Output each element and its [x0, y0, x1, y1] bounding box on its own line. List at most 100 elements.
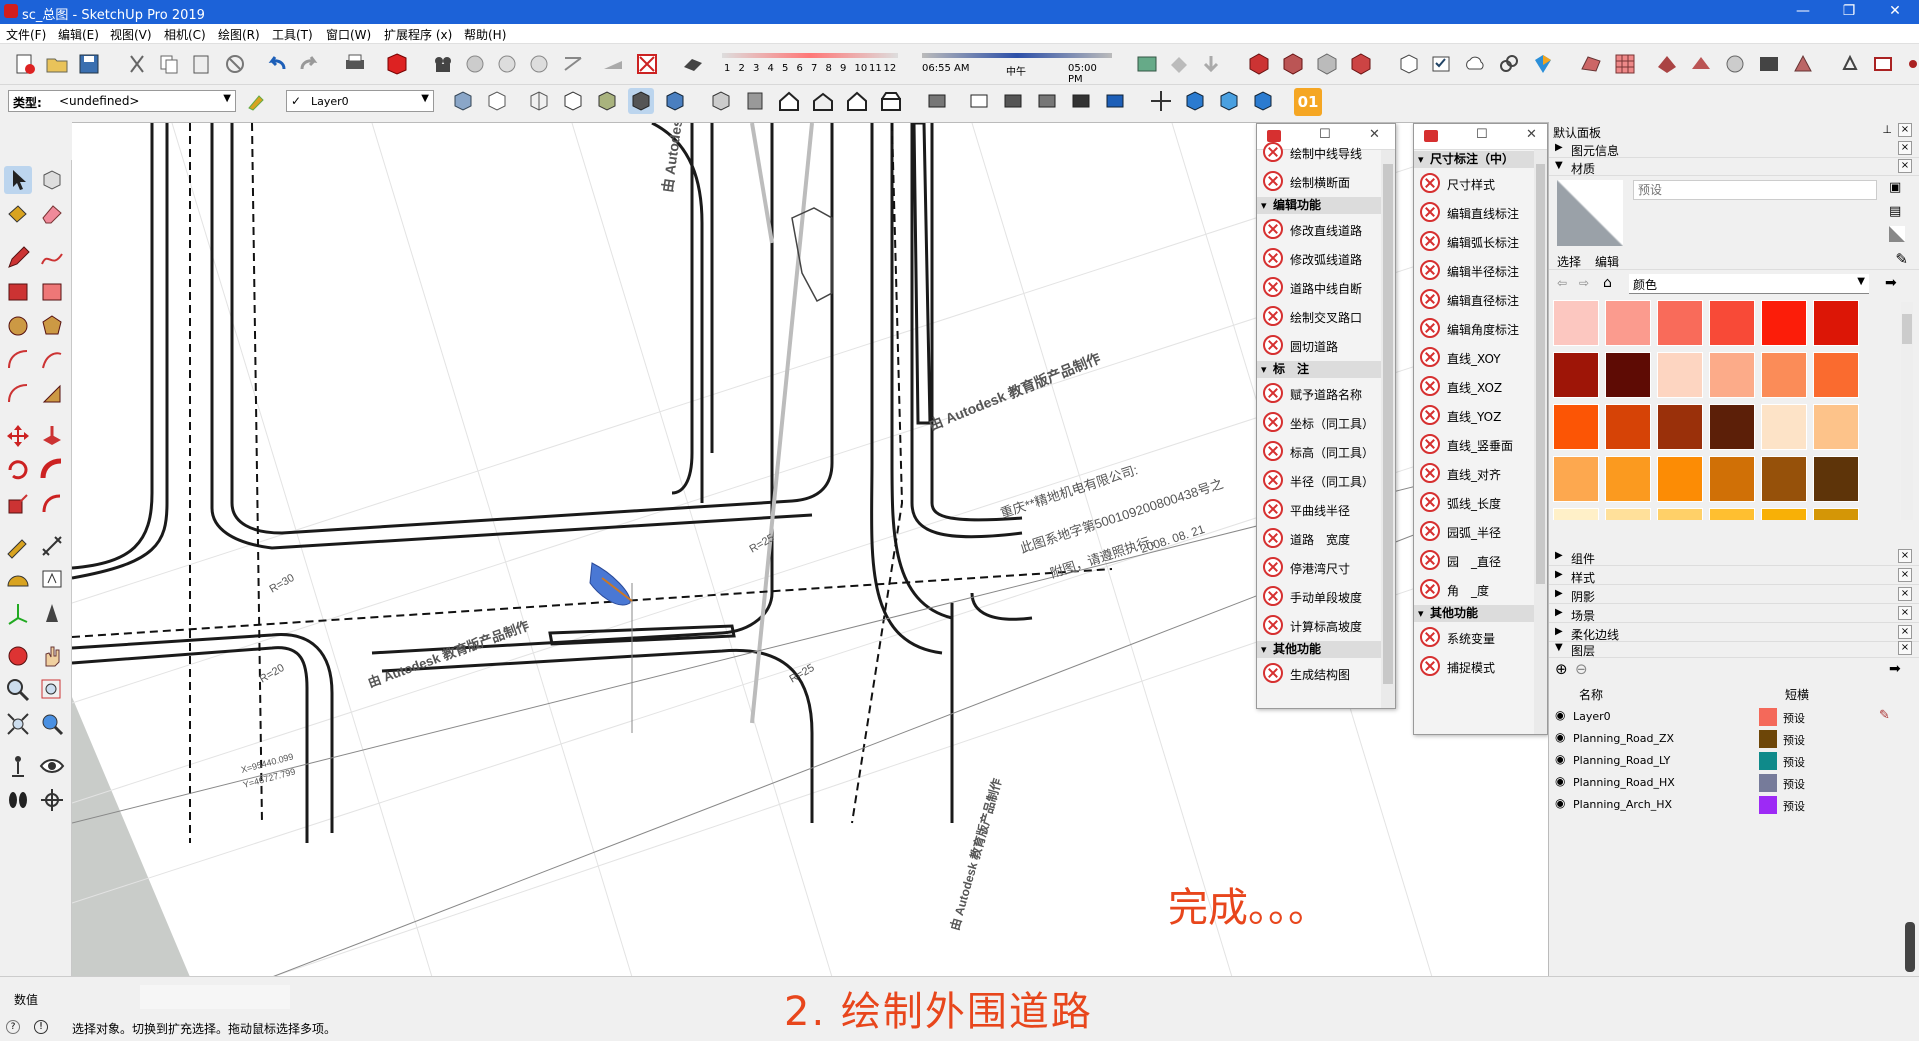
color-swatch[interactable] — [1761, 404, 1807, 450]
materials-header[interactable]: ▼ 材质 × — [1549, 158, 1919, 176]
walk-icon[interactable] — [4, 786, 32, 814]
color-swatch[interactable] — [1605, 508, 1651, 520]
menu-tools[interactable]: 工具(T) — [272, 26, 313, 43]
view-iso-icon[interactable] — [462, 51, 488, 77]
panel-section-header[interactable]: 编辑功能 — [1257, 197, 1381, 214]
position-camera-icon[interactable] — [4, 752, 32, 780]
eye-icon[interactable]: ◉ — [1555, 708, 1565, 722]
plugin-command-item[interactable]: 手动单段坡度 — [1257, 582, 1381, 611]
print-icon[interactable] — [342, 51, 368, 77]
circle-icon[interactable] — [4, 312, 32, 340]
home-icon[interactable]: ⌂ — [1603, 275, 1612, 291]
tape-measure-icon[interactable] — [4, 532, 32, 560]
right-view-icon[interactable] — [810, 88, 836, 114]
menu-draw[interactable]: 绘图(R) — [218, 26, 260, 43]
color-swatch[interactable] — [1709, 508, 1755, 520]
plugin-command-item[interactable]: 角 _度 — [1414, 575, 1534, 604]
eye-icon[interactable]: ◉ — [1555, 752, 1565, 766]
panel-scrollbar[interactable] — [1381, 150, 1395, 708]
cloud-upload-icon[interactable] — [1462, 51, 1488, 77]
layer-details-icon[interactable]: ➡ — [1889, 661, 1901, 677]
layer-tool-3-icon[interactable] — [1034, 88, 1060, 114]
material-create-icon[interactable]: ▣ — [1889, 180, 1901, 195]
eye-icon[interactable]: ◉ — [1555, 774, 1565, 788]
plugin-command-item[interactable]: 编辑弧长标注 — [1414, 227, 1534, 256]
panel-scrollbar[interactable] — [1534, 150, 1547, 734]
new-file-icon[interactable] — [12, 51, 38, 77]
layer-tool-1-icon[interactable] — [966, 88, 992, 114]
camera-orbit-icon[interactable] — [430, 51, 456, 77]
tray-scrollbar[interactable] — [1905, 922, 1915, 972]
geo-location-icon[interactable]: ? — [6, 1020, 20, 1034]
forward-arrow-icon[interactable]: ⇨ — [1579, 276, 1589, 290]
menu-camera[interactable]: 相机(C) — [164, 26, 206, 43]
checklist-icon[interactable] — [1428, 51, 1454, 77]
color-swatch[interactable] — [1553, 300, 1599, 346]
color-swatch[interactable] — [1761, 508, 1807, 520]
plugin-command-item[interactable]: 系统变量 — [1414, 623, 1534, 652]
plugin-command-item[interactable]: 尺寸样式 — [1414, 169, 1534, 198]
open-folder-icon[interactable] — [44, 51, 70, 77]
info-icon[interactable]: ! — [34, 1020, 48, 1034]
solid-trim-icon[interactable] — [1314, 51, 1340, 77]
back-arrow-icon[interactable]: ⇦ — [1557, 276, 1567, 290]
paint-brush-icon[interactable] — [244, 88, 270, 114]
layer-row[interactable]: ◉ Planning_Arch_HX 预设 — [1549, 794, 1919, 816]
view-front-icon[interactable] — [526, 51, 552, 77]
entity-info-header[interactable]: ▶ 图元信息 × — [1549, 140, 1919, 158]
paste-icon[interactable] — [188, 51, 214, 77]
plugin-command-item[interactable]: 园 _直径 — [1414, 546, 1534, 575]
color-swatch[interactable] — [1605, 456, 1651, 502]
make-component-icon[interactable] — [38, 166, 66, 194]
plugin-command-item[interactable]: 直线_XOZ — [1414, 372, 1534, 401]
plugin-command-item[interactable]: 编辑角度标注 — [1414, 314, 1534, 343]
model-info-icon[interactable] — [384, 51, 410, 77]
3d-text-icon[interactable] — [38, 600, 66, 628]
section-plane-tool-icon[interactable] — [38, 786, 66, 814]
solid-subtract-icon[interactable] — [1280, 51, 1306, 77]
plugin-command-item[interactable]: 坐标（同工具） — [1257, 408, 1381, 437]
eye-icon[interactable]: ◉ — [1555, 730, 1565, 744]
solid-union-icon[interactable] — [1246, 51, 1272, 77]
erase-icon[interactable] — [222, 51, 248, 77]
plugin-command-item[interactable]: 修改直线道路 — [1257, 215, 1381, 244]
sandbox-contours-icon[interactable] — [1578, 51, 1604, 77]
zoom-extents-icon[interactable] — [4, 710, 32, 738]
three-point-arc-icon[interactable] — [4, 380, 32, 408]
plugin-command-item[interactable]: 绘制交叉路口 — [1257, 302, 1381, 331]
layer-col-name[interactable]: 名称 — [1579, 686, 1603, 703]
panel-close-button[interactable]: ✕ — [1526, 127, 1537, 142]
details-arrow-icon[interactable]: ➡ — [1885, 275, 1897, 291]
plugin-command-item[interactable]: 生成结构图 — [1257, 659, 1381, 688]
shaded-textures-icon[interactable] — [628, 88, 654, 114]
color-swatch[interactable] — [1657, 404, 1703, 450]
pin-icon[interactable]: ⊥ — [1882, 123, 1892, 136]
entity-info-close[interactable]: × — [1898, 141, 1912, 155]
section-close[interactable]: × — [1898, 549, 1912, 563]
plugin-command-item[interactable]: 道路中线自断 — [1257, 273, 1381, 302]
shaded-icon[interactable] — [594, 88, 620, 114]
plugin-command-item[interactable]: 平曲线半径 — [1257, 495, 1381, 524]
wireframe-icon[interactable] — [526, 88, 552, 114]
two-point-arc-icon[interactable] — [38, 346, 66, 374]
rotate-icon[interactable] — [4, 456, 32, 484]
pan-hand-icon[interactable] — [38, 642, 66, 670]
panel-maximize-button[interactable]: ☐ — [1476, 127, 1488, 142]
smoove-icon[interactable] — [1654, 51, 1680, 77]
rotated-rectangle-icon[interactable] — [38, 278, 66, 306]
get-models-icon[interactable] — [1134, 51, 1160, 77]
plugin-command-item[interactable]: 编辑直径标注 — [1414, 285, 1534, 314]
plugin-command-item[interactable]: 修改弧线道路 — [1257, 244, 1381, 273]
layer-tool-2-icon[interactable] — [1000, 88, 1026, 114]
color-swatch[interactable] — [1709, 404, 1755, 450]
menu-view[interactable]: 视图(V) — [110, 26, 152, 43]
advanced-camera-icon[interactable] — [1838, 51, 1864, 77]
plugin-command-item[interactable]: 计算标高坡度 — [1257, 611, 1381, 640]
color-swatch[interactable] — [1761, 300, 1807, 346]
back-edges-icon[interactable] — [484, 88, 510, 114]
layer-tool-5-icon[interactable] — [1102, 88, 1128, 114]
plugin-command-item[interactable]: 编辑直线标注 — [1414, 198, 1534, 227]
color-swatch[interactable] — [1605, 404, 1651, 450]
dimension-icon[interactable] — [38, 532, 66, 560]
layer-tool-4-icon[interactable] — [1068, 88, 1094, 114]
